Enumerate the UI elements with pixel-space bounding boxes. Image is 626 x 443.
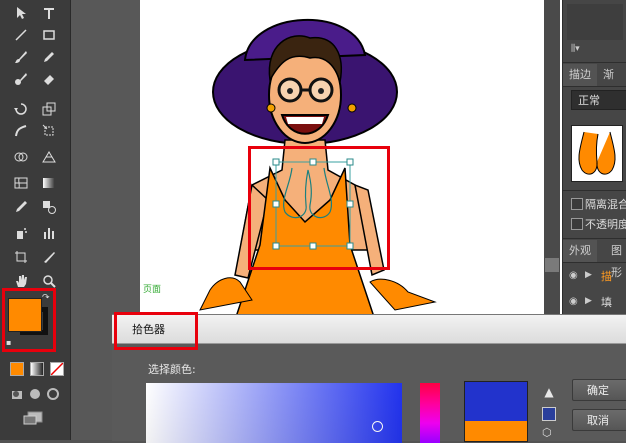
paintbrush-tool-icon[interactable] — [10, 46, 32, 68]
blend-tool-icon[interactable] — [38, 196, 60, 218]
knockout-checkbox[interactable] — [571, 218, 583, 230]
tab-stroke[interactable]: 描边 — [563, 64, 597, 86]
ok-button[interactable]: 确定 — [572, 379, 626, 401]
visibility-eye-icon[interactable]: ◉ — [569, 270, 578, 281]
draw-behind-icon[interactable] — [28, 386, 42, 400]
screen-mode-icon[interactable] — [22, 410, 46, 426]
visibility-eye-icon[interactable]: ◉ — [569, 296, 578, 307]
shape-builder-tool-icon[interactable] — [10, 146, 32, 168]
color-mode-button[interactable] — [10, 362, 24, 376]
eyedropper-tool-icon[interactable] — [10, 196, 32, 218]
blob-brush-tool-icon[interactable] — [10, 68, 32, 90]
panel-menu-icon[interactable]: ⫼▾ — [571, 44, 580, 54]
web-safe-cube-icon[interactable]: ⬡ — [542, 427, 556, 439]
tab-graphic-styles[interactable]: 图形 — [605, 240, 626, 279]
tab-appearance[interactable]: 外观 — [563, 240, 597, 262]
original-color-swatch[interactable] — [464, 421, 528, 442]
column-graph-tool-icon[interactable] — [38, 222, 60, 244]
rotate-tool-icon[interactable] — [10, 98, 32, 120]
color-field-cursor[interactable] — [372, 421, 383, 432]
scale-tool-icon[interactable] — [38, 98, 60, 120]
free-transform-tool-icon[interactable] — [38, 120, 60, 142]
highlight-fill-swatch — [2, 288, 56, 352]
isolate-blending-label: 隔离混合 — [585, 198, 626, 211]
perspective-grid-tool-icon[interactable] — [38, 146, 60, 168]
drawing-modes — [10, 386, 62, 400]
eraser-tool-icon[interactable] — [38, 68, 60, 90]
knockout-label: 不透明度 — [585, 218, 626, 231]
expand-arrow-icon[interactable]: ▶ — [585, 296, 592, 306]
isolate-blending-checkbox[interactable] — [571, 198, 583, 210]
warp-tool-icon[interactable] — [10, 120, 32, 142]
cancel-button[interactable]: 取消 — [572, 409, 626, 431]
vertical-scrollbar[interactable] — [544, 0, 560, 320]
select-color-label: 选择颜色: — [148, 363, 196, 376]
pencil-tool-icon[interactable] — [38, 46, 60, 68]
line-tool-icon[interactable] — [10, 24, 32, 46]
none-mode-button[interactable] — [50, 362, 64, 376]
highlight-dialog-title — [114, 312, 198, 350]
page-label: 页面 — [143, 285, 162, 295]
expand-arrow-icon[interactable]: ▶ — [585, 270, 592, 280]
gamut-swatch[interactable] — [542, 407, 556, 421]
slice-tool-icon[interactable] — [38, 246, 60, 268]
appearance-stroke-row[interactable]: 描 — [601, 268, 612, 284]
hue-slider[interactable] — [420, 383, 440, 443]
appearance-fill-row[interactable]: 填 — [601, 294, 612, 310]
tab-gradient[interactable]: 渐变 — [597, 64, 626, 103]
color-field[interactable] — [146, 383, 402, 443]
panel-top-area — [567, 4, 623, 40]
gradient-tool-icon[interactable] — [38, 172, 60, 194]
gradient-mode-button[interactable] — [30, 362, 44, 376]
draw-normal-icon[interactable] — [10, 386, 24, 400]
scrollbar-thumb[interactable] — [545, 258, 559, 272]
selection-tool-icon[interactable] — [10, 2, 32, 24]
blend-mode-select[interactable]: 正常 — [571, 90, 626, 110]
transparency-thumbnail[interactable] — [571, 125, 623, 182]
artboard-tool-icon[interactable] — [10, 246, 32, 268]
type-tool-icon[interactable] — [38, 2, 60, 24]
draw-inside-icon[interactable] — [46, 386, 60, 400]
new-color-swatch — [464, 381, 528, 423]
symbol-sprayer-tool-icon[interactable] — [10, 222, 32, 244]
mesh-tool-icon[interactable] — [10, 172, 32, 194]
gamut-warning-icon[interactable]: ▲ — [542, 385, 556, 399]
highlight-selected-object — [248, 146, 390, 270]
tools-panel: ▪ ↷ — [0, 0, 71, 440]
rectangle-tool-icon[interactable] — [38, 24, 60, 46]
